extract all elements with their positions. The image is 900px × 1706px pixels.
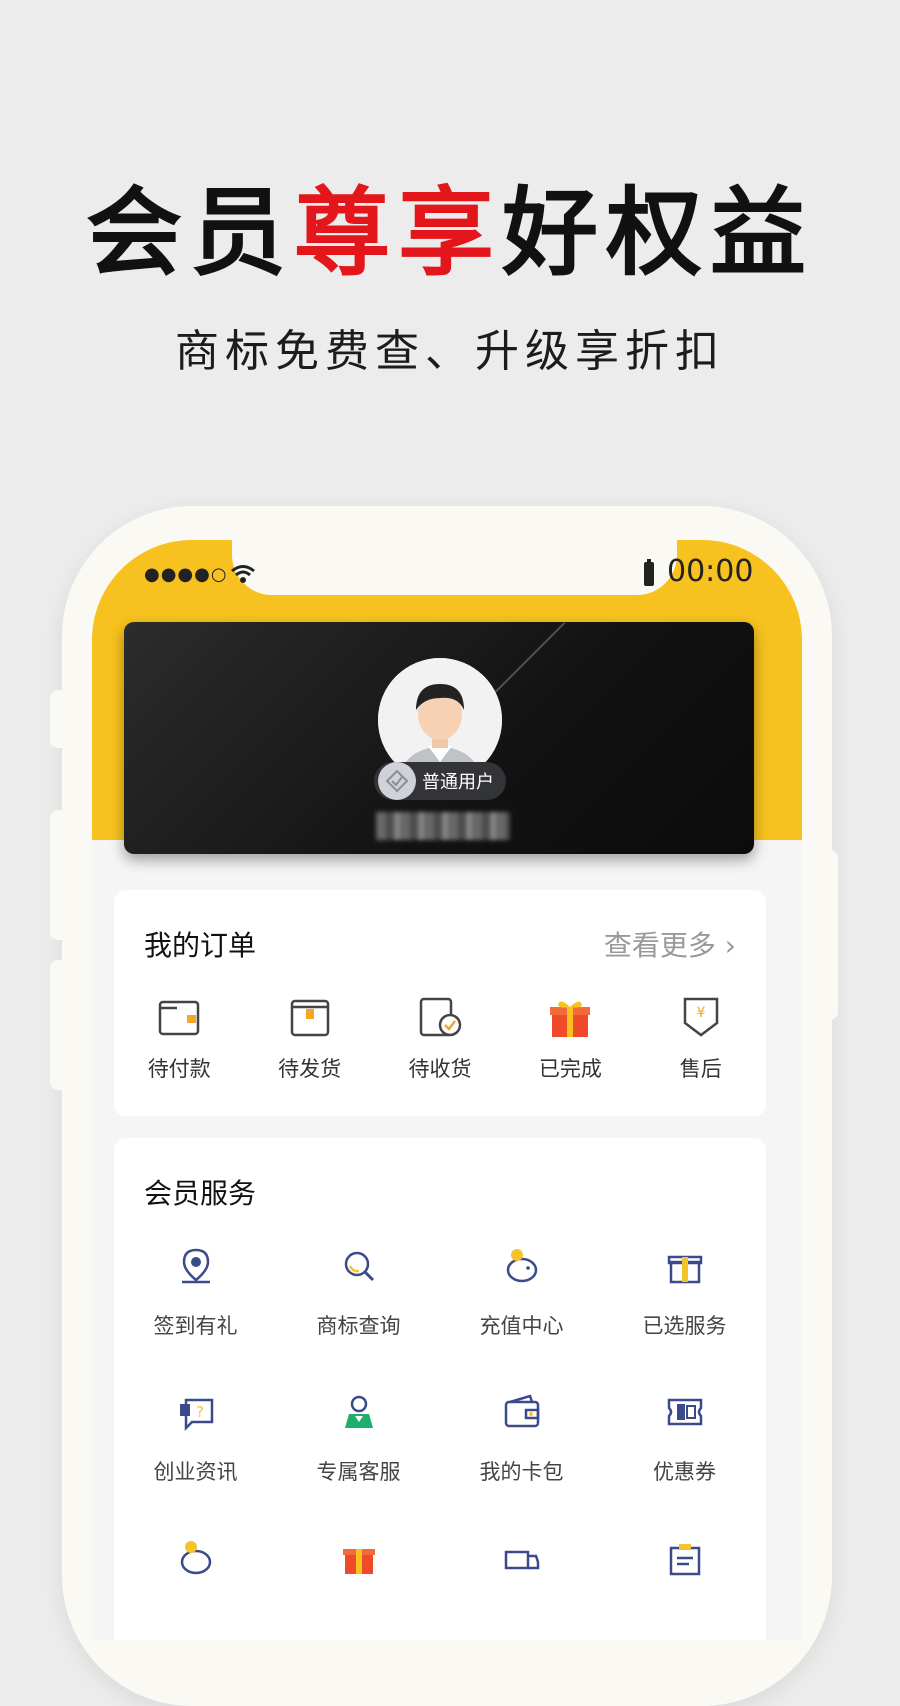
service-item-customer-service[interactable]: 专属客服 [277, 1392, 440, 1538]
order-item-after-sales[interactable]: ¥ 售后 [636, 995, 766, 1083]
orders-more-link[interactable]: 查看更多 › [604, 924, 736, 964]
wallet-icon [158, 1000, 200, 1036]
status-time: 00:00 [667, 554, 754, 589]
order-item-pending-payment[interactable]: 待付款 [114, 995, 244, 1083]
order-label: 待收货 [408, 1057, 472, 1081]
service-label: 优惠券 [653, 1460, 716, 1484]
gift-box-icon [667, 1255, 702, 1284]
service-item-trademark-search[interactable]: 商标查询 [277, 1246, 440, 1392]
customer-service-icon [344, 1395, 373, 1428]
service-item-recharge[interactable]: 充值中心 [440, 1246, 603, 1392]
headline: 会员尊享好权益 [0, 178, 900, 288]
orders-card: 我的订单 查看更多 › 待付款 待发货 待收货 已完成 ¥ 售后 [114, 890, 766, 1116]
order-item-completed[interactable]: 已完成 [505, 995, 635, 1083]
phone-side-button [50, 810, 72, 940]
orders-title: 我的订单 [144, 929, 257, 962]
member-level-label: 普通用户 [422, 772, 494, 793]
service-item-partial[interactable] [114, 1538, 277, 1640]
diamond-icon [378, 762, 416, 800]
order-item-pending-shipment[interactable]: 待发货 [244, 995, 374, 1083]
orders-row: 待付款 待发货 待收货 已完成 ¥ 售后 [114, 995, 766, 1083]
service-item-coupons[interactable]: 优惠券 [603, 1392, 766, 1538]
phone-side-button [50, 690, 72, 748]
id-card-icon [669, 1544, 700, 1576]
phone-screen: ●●●●○ 00:00 普通用户 我的订单 查看更多 › 待付款 待发货 待收货… [92, 540, 802, 1640]
headline-part3: 好权益 [502, 177, 814, 289]
message-icon: ? [179, 1398, 213, 1432]
piggy-bank-icon [506, 1249, 537, 1283]
order-label: 售后 [679, 1057, 722, 1081]
service-item-partial[interactable] [277, 1538, 440, 1640]
service-item-card-wallet[interactable]: 我的卡包 [440, 1392, 603, 1538]
gift-icon [550, 1001, 591, 1037]
wifi-icon [231, 565, 255, 583]
service-item-partial[interactable] [440, 1538, 603, 1640]
coupon-icon [667, 1398, 702, 1426]
gift-icon [342, 1549, 375, 1574]
phone-side-button [50, 960, 72, 1090]
services-grid: 签到有礼 商标查询 充值中心 已选服务 ? 创业资讯 专属客服 我的卡包 优惠券 [114, 1246, 766, 1640]
username-blurred [376, 812, 510, 840]
service-label: 创业资讯 [153, 1460, 238, 1484]
piggy-bank-icon [180, 1541, 211, 1575]
signal-indicator: ●●●●○ [144, 564, 228, 585]
member-card: 普通用户 [124, 622, 754, 854]
battery-icon [644, 559, 654, 586]
service-item-selected-services[interactable]: 已选服务 [603, 1246, 766, 1392]
subline: 商标免费查、升级享折扣 [175, 326, 725, 377]
shield-yen-icon: ¥ [683, 997, 718, 1037]
headline-part1: 会员 [86, 177, 294, 289]
phone-notch [232, 540, 677, 595]
orders-more-label: 查看更多 [603, 929, 716, 962]
service-item-checkin[interactable]: 签到有礼 [114, 1246, 277, 1392]
package-icon [290, 999, 329, 1037]
search-icon [344, 1251, 374, 1282]
svg-text:?: ? [196, 1403, 204, 1421]
phone-side-button [816, 850, 838, 1020]
service-item-partial[interactable] [603, 1538, 766, 1640]
order-label: 待付款 [147, 1057, 211, 1081]
location-pin-icon [181, 1248, 210, 1284]
service-label: 我的卡包 [479, 1460, 564, 1484]
service-label: 已选服务 [642, 1314, 727, 1338]
headline-part2: 尊享 [294, 177, 502, 289]
service-label: 专属客服 [316, 1460, 401, 1484]
member-level-badge: 普通用户 [374, 762, 506, 800]
services-row-partial [114, 1538, 766, 1640]
chevron-right-icon: › [715, 929, 736, 962]
services-title: 会员服务 [144, 1177, 257, 1210]
service-label: 商标查询 [316, 1314, 401, 1338]
received-icon [419, 997, 462, 1037]
services-row: ? 创业资讯 专属客服 我的卡包 优惠券 [114, 1392, 766, 1538]
svg-text:¥: ¥ [696, 1005, 705, 1021]
order-label: 已完成 [538, 1057, 602, 1081]
card-wallet-icon [504, 1394, 539, 1428]
services-card: 会员服务 签到有礼 商标查询 充值中心 已选服务 ? 创业资讯 专属客服 我的卡… [114, 1138, 766, 1640]
services-row: 签到有礼 商标查询 充值中心 已选服务 [114, 1246, 766, 1392]
service-item-startup-news[interactable]: ? 创业资讯 [114, 1392, 277, 1538]
service-label: 签到有礼 [153, 1314, 238, 1338]
order-label: 待发货 [278, 1057, 342, 1081]
service-label: 充值中心 [479, 1314, 564, 1338]
truck-icon [504, 1550, 539, 1570]
order-item-pending-receipt[interactable]: 待收货 [375, 995, 505, 1083]
